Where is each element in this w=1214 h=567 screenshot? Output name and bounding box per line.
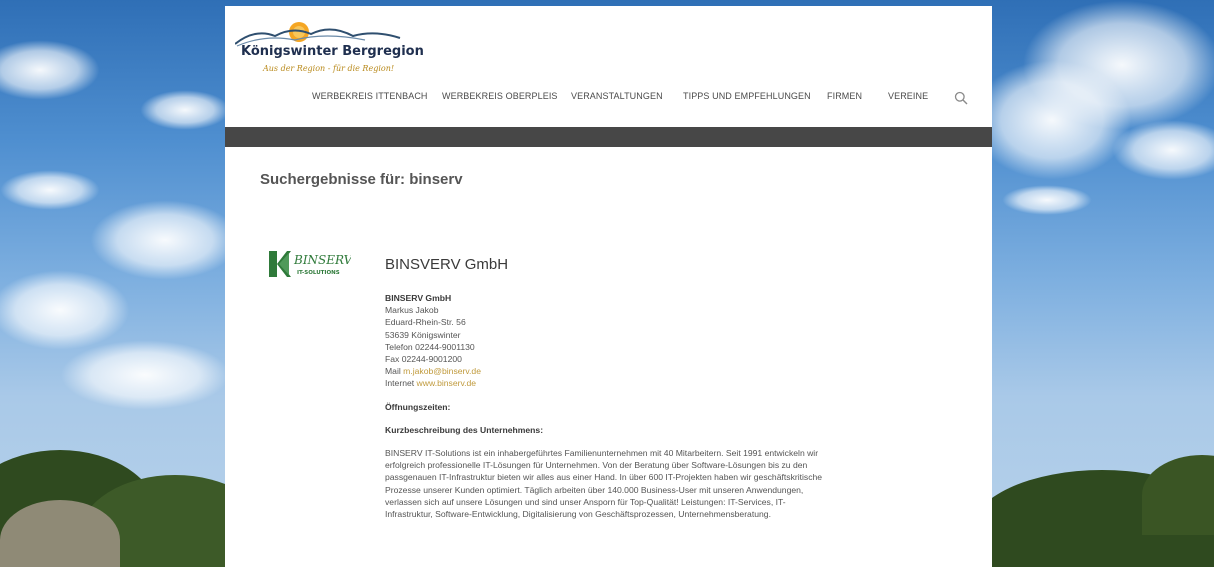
logo-title: Königswinter Bergregion bbox=[241, 44, 424, 59]
nav-item-tipps-und-empfehlungen[interactable]: TIPPS UND EMPFEHLUNGEN bbox=[683, 91, 811, 101]
fax-number: Fax 02244-9001200 bbox=[385, 354, 462, 365]
nav-item-werbekreis-oberpleis[interactable]: WERBEKREIS OBERPLEIS bbox=[442, 91, 558, 101]
background-left-scenery bbox=[0, 0, 225, 567]
background-right-scenery bbox=[992, 0, 1214, 567]
company-title-link[interactable]: BINSVERV GmbH bbox=[385, 256, 508, 273]
nav-item-firmen[interactable]: FIRMEN bbox=[827, 91, 862, 101]
search-icon[interactable] bbox=[954, 91, 968, 105]
company-details: BINSERV GmbH Markus Jakob Eduard-Rhein-S… bbox=[385, 292, 825, 520]
company-logo-subtext: IT-SOLUTIONS bbox=[297, 270, 340, 276]
page-content: Königswinter Bergregion Aus der Region -… bbox=[225, 6, 992, 567]
binserv-logo-icon: BINSERV IT-SOLUTIONS bbox=[269, 251, 354, 277]
search-results-heading: Suchergebnisse für: binserv bbox=[260, 171, 463, 188]
header-divider-bar bbox=[225, 127, 992, 147]
nav-item-werbekreis-ittenbach[interactable]: WERBEKREIS ITTENBACH bbox=[312, 91, 428, 101]
description-label: Kurzbeschreibung des Unternehmens: bbox=[385, 424, 544, 435]
internet-label: Internet bbox=[385, 378, 415, 389]
company-name: BINSERV GmbH bbox=[385, 293, 452, 303]
street-address: Eduard-Rhein-Str. 56 bbox=[385, 317, 466, 328]
site-header: Königswinter Bergregion Aus der Region -… bbox=[225, 6, 992, 127]
city-address: 53639 Königswinter bbox=[385, 329, 461, 340]
mail-link[interactable]: m.jakob@binserv.de bbox=[403, 366, 481, 376]
mail-label: Mail bbox=[385, 366, 401, 377]
nav-item-veranstaltungen[interactable]: VERANSTALTUNGEN bbox=[571, 91, 663, 101]
website-link[interactable]: www.binserv.de bbox=[417, 378, 477, 388]
phone-number: Telefon 02244-9001130 bbox=[385, 341, 475, 352]
nav-item-vereine[interactable]: VEREINE bbox=[888, 91, 928, 101]
company-logo[interactable]: BINSERV IT-SOLUTIONS bbox=[269, 249, 354, 279]
site-logo[interactable]: Königswinter Bergregion Aus der Region -… bbox=[234, 18, 424, 74]
contact-person: Markus Jakob bbox=[385, 305, 439, 316]
company-description: BINSERV IT-Solutions ist ein inhabergefü… bbox=[385, 448, 823, 520]
logo-tagline: Aus der Region - für die Region! bbox=[263, 64, 395, 73]
opening-hours-label: Öffnungszeiten: bbox=[385, 401, 451, 412]
main-navigation: WERBEKREIS ITTENBACH WERBEKREIS OBERPLEI… bbox=[225, 91, 992, 109]
company-logo-text: BINSERV bbox=[293, 253, 351, 267]
